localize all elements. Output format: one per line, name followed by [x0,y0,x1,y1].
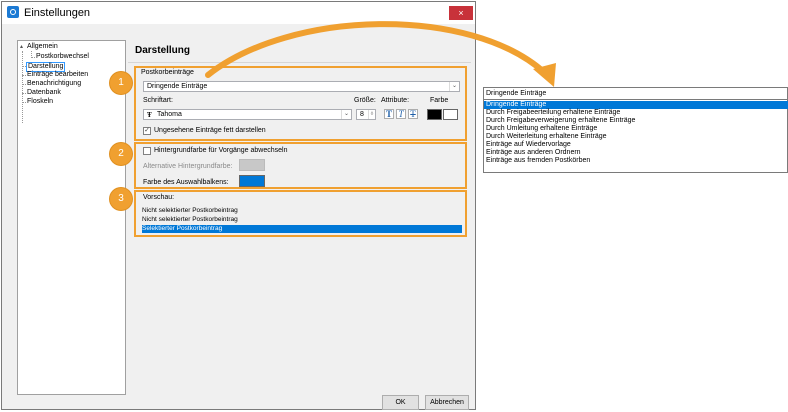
attributes-label: Attribute: [381,97,410,104]
settings-tree: ▴ Allgemein Postkorbwechsel Darstellung … [17,40,126,395]
bold-button[interactable]: T [384,109,394,119]
font-label: Schriftart: [143,97,173,104]
dropdown-option[interactable]: Einträge auf Wiedervorlage [484,141,788,149]
dropdown-option[interactable]: Durch Freigabeerteilung erhaltene Einträ… [484,109,788,117]
callout-badge-3: 3 [110,188,132,210]
foreground-color-swatch[interactable] [427,109,442,120]
font-select[interactable]: Ŧ Tahoma ⌄ [143,109,352,120]
window-title: Einstellungen [24,7,91,19]
font-icon: Ŧ [147,111,152,119]
italic-button[interactable]: T [396,109,406,119]
callout-badge-1: 1 [110,72,132,94]
alternate-bg-label: Hintergrundfarbe für Vorgänge abwechseln [154,147,288,154]
app-icon [7,6,19,18]
tree-toggle-icon[interactable]: ▴ [20,43,23,51]
dropdown-option[interactable]: Einträge aus anderen Ordnern [484,149,788,157]
strikethrough-button[interactable]: T [408,109,418,119]
callout-badge-2: 2 [110,143,132,165]
tree-item-postkorbwechsel[interactable]: Postkorbwechsel [36,53,89,61]
ok-button[interactable]: OK [382,395,419,410]
size-label: Größe: [354,97,376,104]
page-title: Darstellung [135,45,191,56]
dropdown-option[interactable]: Durch Freigabeverweigerung erhaltene Ein… [484,117,788,125]
dropdown-option[interactable]: Dringende Einträge [484,101,788,109]
font-value: Tahoma [157,111,182,118]
selection-bar-color-swatch[interactable] [239,175,265,187]
unread-bold-label: Ungesehene Einträge fett darstellen [154,127,266,134]
preview-row-selected: Selektierter Postkorbeintrag [142,225,462,233]
dropdown-options-list: Dringende Einträge Durch Freigabeerteilu… [484,99,788,164]
group-label-postkorbeintraege: Postkorbeinträge [141,69,194,76]
font-size-spinner[interactable]: 8 ◊ [356,109,376,120]
spinner-icon: ◊ [368,110,375,119]
preview-row: Nicht selektierter Postkorbeintrag [142,216,238,223]
tree-item-benachrichtigung[interactable]: Benachrichtigung [27,80,81,88]
preview-label: Vorschau: [143,194,175,201]
unread-bold-checkbox[interactable]: ✓ [143,127,151,135]
dropdown-option[interactable]: Durch Umleitung erhaltene Einträge [484,125,788,133]
close-button[interactable]: × [449,6,473,20]
preview-row: Nicht selektierter Postkorbeintrag [142,207,238,214]
dropdown-option[interactable]: Einträge aus fremden Postkörben [484,157,788,165]
title-bar: Einstellungen × [2,2,475,24]
alternate-bg-checkbox[interactable] [143,147,151,155]
tree-item-datenbank[interactable]: Datenbank [27,89,61,97]
font-size-value: 8 [360,111,364,118]
section-preview-box: Vorschau: Nicht selektierter Postkorbein… [134,190,467,237]
background-color-swatch[interactable] [443,109,458,120]
dropdown-option[interactable]: Durch Weiterleitung erhaltene Einträge [484,133,788,141]
cancel-button[interactable]: Abbrechen [425,395,469,410]
callout-arrow [205,21,556,87]
section-background-box: Hintergrundfarbe für Vorgänge abwechseln… [134,142,467,189]
tree-item-floskeln[interactable]: Floskeln [27,98,53,106]
alt-bg-color-label: Alternative Hintergrundfarbe: [143,163,233,170]
dropdown-selected-value: Dringende Einträge [486,90,547,97]
entry-type-dropdown[interactable]: Dringende Einträge Dringende Einträge Du… [483,87,788,173]
alt-bg-color-swatch[interactable] [239,159,265,171]
tree-item-allgemein[interactable]: Allgemein [27,43,58,51]
color-label: Farbe [430,97,449,104]
selection-bar-label: Farbe des Auswahlbalkens: [143,179,229,186]
entry-type-value: Dringende Einträge [147,83,208,90]
tree-item-eintraege-bearbeiten[interactable]: Einträge bearbeiten [27,71,88,79]
chevron-down-icon: ⌄ [341,110,351,119]
